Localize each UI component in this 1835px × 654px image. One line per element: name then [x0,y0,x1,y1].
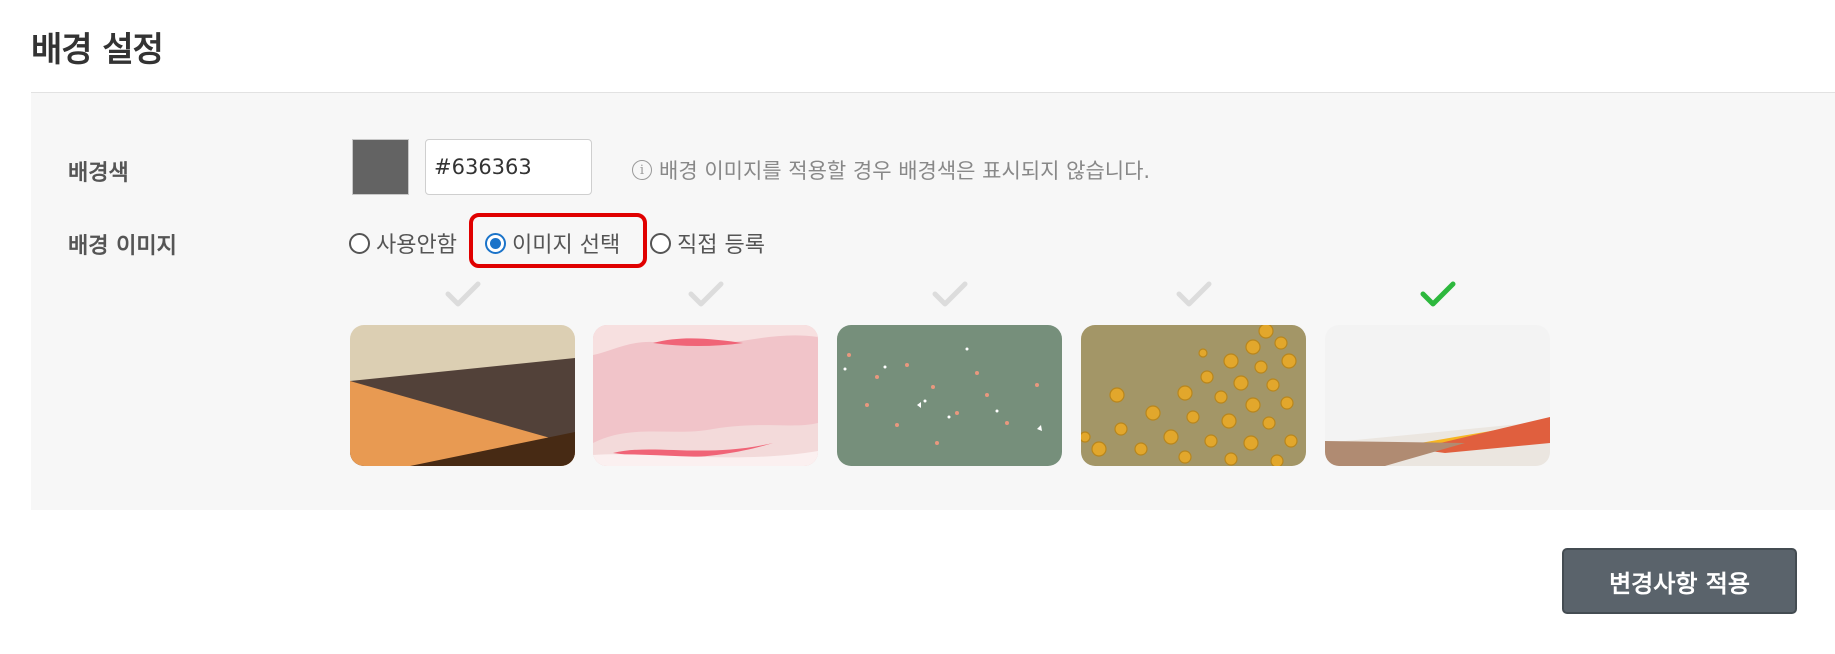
checkmark-icon [445,281,480,307]
checkmark-icon [932,281,967,307]
apply-changes-button[interactable]: 변경사항 적용 [1562,548,1797,614]
thumbnail-white-orange-wave[interactable] [1325,325,1550,466]
background-color-label: 배경색 [68,161,129,186]
checkmark-icon [1420,281,1455,307]
page-title: 배경 설정 [31,30,164,70]
info-icon: i [632,160,652,180]
radio-label: 사용안함 [376,233,457,258]
radio-custom-upload[interactable]: 직접 등록 [650,229,765,258]
radio-circle-icon[interactable] [650,232,671,254]
thumbnail-olive-gold-dots[interactable] [1081,325,1306,466]
hint-text: 배경 이미지를 적용할 경우 배경색은 표시되지 않습니다. [659,159,1151,183]
radio-circle-icon[interactable] [349,232,370,254]
thumbnail-green-confetti[interactable] [837,325,1062,466]
thumbnail-pink-waves[interactable] [593,325,818,466]
radio-none[interactable]: 사용안함 [349,229,457,258]
radio-label: 직접 등록 [677,233,765,258]
checkmark-icon [688,281,723,307]
color-swatch[interactable] [352,139,409,195]
hex-color-input[interactable] [425,139,592,195]
thumbnail-beige-orange[interactable] [350,325,575,466]
checkmark-icon [1176,281,1211,307]
background-color-hint: i 배경 이미지를 적용할 경우 배경색은 표시되지 않습니다. [632,155,1150,185]
background-image-label: 배경 이미지 [68,234,177,259]
selection-highlight [469,213,647,268]
